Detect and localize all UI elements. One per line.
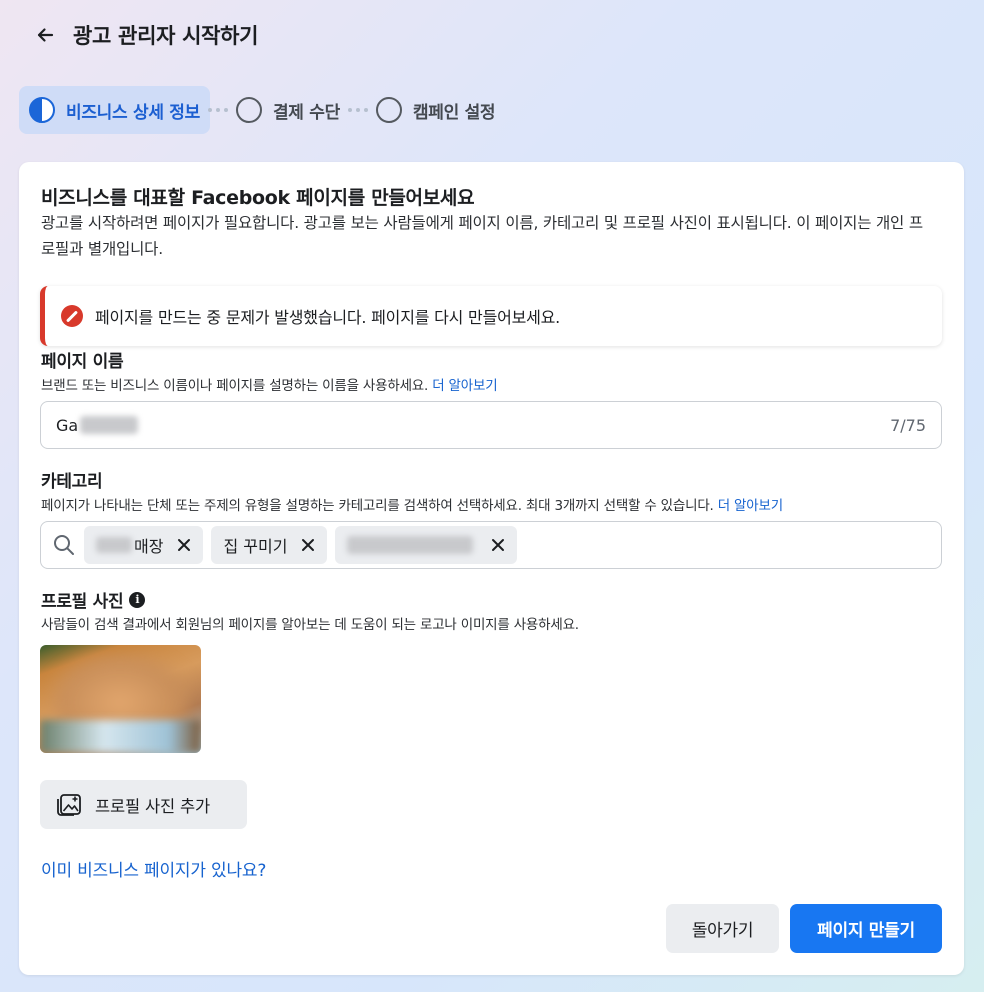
remove-chip-button[interactable] xyxy=(489,536,507,554)
back-button[interactable]: 돌아가기 xyxy=(666,904,779,953)
chip-label: 매장 xyxy=(134,537,164,556)
page-title: 광고 관리자 시작하기 xyxy=(73,24,259,48)
progress-stepper: 비즈니스 상세 정보 결제 수단 캠페인 설정 xyxy=(19,86,505,134)
error-message: 페이지를 만드는 중 문제가 발생했습니다. 페이지를 다시 만들어보세요. xyxy=(95,308,561,327)
page-name-input[interactable]: Ga 7/75 xyxy=(40,401,942,449)
profile-photo-help: 사람들이 검색 결과에서 회원님의 페이지를 알아보는 데 도움이 되는 로고나… xyxy=(41,617,579,633)
step-connector xyxy=(347,108,368,112)
close-icon xyxy=(492,539,505,551)
chip-label: 집 꾸미기 xyxy=(223,537,288,556)
add-profile-photo-label: 프로필 사진 추가 xyxy=(95,796,210,816)
profile-photo-preview xyxy=(40,645,201,753)
page-name-help: 브랜드 또는 비즈니스 이름이나 페이지를 설명하는 이름을 사용하세요. 더 … xyxy=(41,374,498,394)
close-icon xyxy=(302,539,315,551)
page-name-help-text: 브랜드 또는 비즈니스 이름이나 페이지를 설명하는 이름을 사용하세요. xyxy=(41,378,429,394)
remove-chip-button[interactable] xyxy=(299,536,317,554)
add-profile-photo-button[interactable]: 프로필 사진 추가 xyxy=(40,780,247,829)
category-chip: 매장 xyxy=(84,526,204,564)
card-heading: 비즈니스를 대표할 Facebook 페이지를 만들어보세요 xyxy=(41,187,475,209)
category-help: 페이지가 나타내는 단체 또는 주제의 유형을 설명하는 카테고리를 검색하여 … xyxy=(41,494,783,514)
category-chip: 집 꾸미기 xyxy=(211,526,328,564)
back-arrow-icon xyxy=(37,28,54,42)
page-name-visible-text: Ga xyxy=(56,415,79,435)
step-campaign-settings[interactable]: 캠페인 설정 xyxy=(366,86,505,134)
character-counter: 7/75 xyxy=(890,415,926,435)
page-name-label: 페이지 이름 xyxy=(41,352,124,372)
profile-photo-label-text: 프로필 사진 xyxy=(41,592,124,612)
empty-circle-icon xyxy=(235,97,262,123)
half-progress-icon xyxy=(29,97,55,123)
redacted-text xyxy=(80,416,139,434)
search-icon xyxy=(54,535,74,555)
step-label: 결제 수단 xyxy=(272,102,340,123)
add-photo-icon xyxy=(57,793,81,816)
create-page-button[interactable]: 페이지 만들기 xyxy=(790,904,942,953)
top-bar: 광고 관리자 시작하기 xyxy=(34,20,259,50)
category-search-input[interactable]: 매장 집 꾸미기 xyxy=(40,521,942,569)
category-chip xyxy=(335,526,518,564)
profile-photo-label: 프로필 사진 i xyxy=(41,587,146,612)
info-icon[interactable]: i xyxy=(129,591,146,608)
step-connector xyxy=(207,108,228,112)
category-learn-more-link[interactable]: 더 알아보기 xyxy=(718,498,783,514)
category-label: 카테고리 xyxy=(41,472,103,492)
empty-circle-icon xyxy=(375,97,402,123)
error-alert: 페이지를 만드는 중 문제가 발생했습니다. 페이지를 다시 만들어보세요. xyxy=(40,286,942,346)
existing-business-page-link[interactable]: 이미 비즈니스 페이지가 있나요? xyxy=(41,856,266,881)
step-payment-method[interactable]: 결제 수단 xyxy=(226,86,350,134)
step-label: 비즈니스 상세 정보 xyxy=(66,102,200,123)
redacted-text xyxy=(96,537,132,553)
category-help-text: 페이지가 나타내는 단체 또는 주제의 유형을 설명하는 카테고리를 검색하여 … xyxy=(41,498,714,514)
page-name-learn-more-link[interactable]: 더 알아보기 xyxy=(432,378,497,394)
create-page-card: 비즈니스를 대표할 Facebook 페이지를 만들어보세요 광고를 시작하려면… xyxy=(19,162,964,975)
step-label: 캠페인 설정 xyxy=(412,102,496,123)
card-description: 광고를 시작하려면 페이지가 필요합니다. 광고를 보는 사람들에게 페이지 이… xyxy=(41,214,923,258)
redacted-text xyxy=(347,536,474,554)
step-business-details[interactable]: 비즈니스 상세 정보 xyxy=(19,86,210,134)
remove-chip-button[interactable] xyxy=(175,536,193,554)
back-arrow-button[interactable] xyxy=(34,24,56,46)
error-icon xyxy=(61,305,83,327)
close-icon xyxy=(178,539,191,551)
page-name-value: Ga xyxy=(56,415,139,435)
